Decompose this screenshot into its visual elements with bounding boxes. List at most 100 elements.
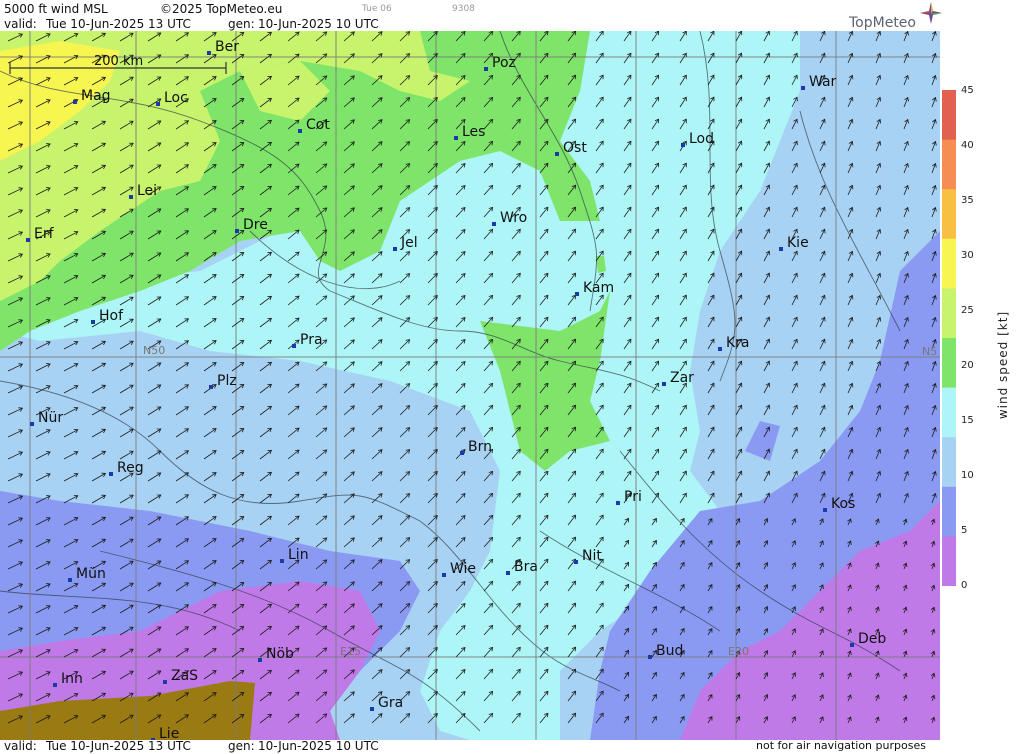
city-dot — [454, 136, 458, 140]
city-dot — [574, 560, 578, 564]
city-label: Pri — [624, 489, 642, 505]
grid-label-e20: E20 — [728, 645, 749, 658]
city-dot — [484, 67, 488, 71]
compass-logo-icon — [920, 2, 942, 24]
city-label: Jel — [400, 235, 418, 251]
city-label: Ber — [215, 39, 239, 55]
city-dot — [370, 707, 374, 711]
city-label: Poz — [492, 55, 516, 71]
city-label: Bud — [656, 643, 683, 659]
city-label: Mün — [76, 566, 106, 582]
legend-band — [942, 387, 956, 438]
legend-band — [942, 437, 956, 488]
grid-label-n5: N5 — [922, 345, 937, 358]
city-label: Nöb — [266, 646, 294, 662]
city-label: Gra — [378, 695, 403, 711]
city-label: Kie — [787, 235, 809, 251]
city-dot — [575, 292, 579, 296]
legend-title: wind speed [kt] — [996, 310, 1010, 420]
city-dot — [801, 86, 805, 90]
city-label: Lei — [137, 183, 157, 199]
footer-valid-time: Tue 10-Jun-2025 13 UTC — [46, 739, 191, 753]
city-label: Ost — [563, 140, 587, 156]
city-label: Wro — [500, 210, 527, 226]
city-label: Bra — [514, 559, 538, 575]
legend-band — [942, 288, 956, 339]
grid-label-n50: N50 — [143, 344, 165, 357]
city-label: Pra — [300, 332, 323, 348]
city-label: Hof — [99, 308, 124, 324]
city-label: Plz — [217, 373, 237, 389]
legend-band — [942, 90, 956, 141]
legend-tick-label: 35 — [961, 195, 974, 206]
city-dot — [235, 229, 239, 233]
city-dot — [258, 658, 262, 662]
legend-band — [942, 486, 956, 537]
legend-tick-label: 15 — [961, 415, 974, 426]
legend-band — [942, 536, 956, 586]
city-label: Kra — [726, 335, 750, 351]
city-label: Cot — [306, 117, 330, 133]
legend-tick-label: 10 — [961, 470, 974, 481]
city-label: Wie — [450, 561, 476, 577]
legend-band — [942, 338, 956, 389]
city-dot — [207, 51, 211, 55]
city-dot — [91, 320, 95, 324]
city-dot — [280, 559, 284, 563]
city-dot — [779, 247, 783, 251]
city-dot — [30, 422, 34, 426]
legend-tick-label: 25 — [961, 305, 974, 316]
city-label: Lie — [159, 726, 179, 740]
city-label: Inn — [61, 671, 83, 687]
legend-tick-label: 40 — [961, 140, 974, 151]
city-dot — [26, 238, 30, 242]
city-dot — [718, 347, 722, 351]
city-dot — [209, 385, 213, 389]
city-label: Dre — [243, 217, 268, 233]
valid-label: valid: — [4, 17, 37, 31]
wind-speed-legend — [942, 90, 956, 586]
city-label: Erf — [34, 226, 55, 242]
city-dot — [73, 100, 77, 104]
city-dot — [460, 451, 464, 455]
city-label: Les — [462, 124, 485, 140]
footer-gen-time: 10-Jun-2025 10 UTC — [258, 739, 379, 753]
city-label: ZaS — [171, 668, 198, 684]
city-dot — [823, 508, 827, 512]
topmeteo-logo: TopMeteo — [849, 15, 916, 31]
wind-map[interactable]: N50 E15 E20 N5 200 km Ber Poz War Mag Loc Cot… — [0, 31, 940, 740]
city-dot — [506, 571, 510, 575]
city-label: Reg — [117, 460, 144, 476]
valid-time: Tue 10-Jun-2025 13 UTC — [46, 17, 191, 31]
city-dot — [616, 501, 620, 505]
city-dot — [109, 472, 113, 476]
run-code: 9308 — [452, 4, 475, 14]
city-dot — [129, 195, 133, 199]
legend-band — [942, 189, 956, 240]
legend-tick-label: 30 — [961, 250, 974, 261]
legend-tick-label: 5 — [961, 525, 968, 536]
city-dot — [662, 382, 666, 386]
footer-disclaimer: not for air navigation purposes — [756, 739, 926, 752]
legend-tick-label: 0 — [961, 580, 968, 591]
city-dot — [53, 683, 57, 687]
city-dot — [298, 129, 302, 133]
footer-valid-label: valid: — [4, 739, 37, 753]
city-label: Lin — [288, 547, 309, 563]
city-dot — [681, 143, 685, 147]
gen-time: 10-Jun-2025 10 UTC — [258, 17, 379, 31]
scale-bar-label: 200 km — [94, 54, 143, 69]
city-dot — [648, 655, 652, 659]
city-label: Zar — [670, 370, 694, 386]
city-label: Mag — [81, 88, 111, 104]
legend-tick-label: 20 — [961, 360, 974, 371]
city-dot — [442, 573, 446, 577]
gen-label: gen: — [228, 17, 255, 31]
city-dot — [68, 578, 72, 582]
city-dot — [163, 680, 167, 684]
city-dot — [555, 152, 559, 156]
city-label: Loc — [164, 90, 188, 106]
city-label: Kos — [831, 496, 855, 512]
legend-band — [942, 238, 956, 289]
city-dot — [393, 247, 397, 251]
